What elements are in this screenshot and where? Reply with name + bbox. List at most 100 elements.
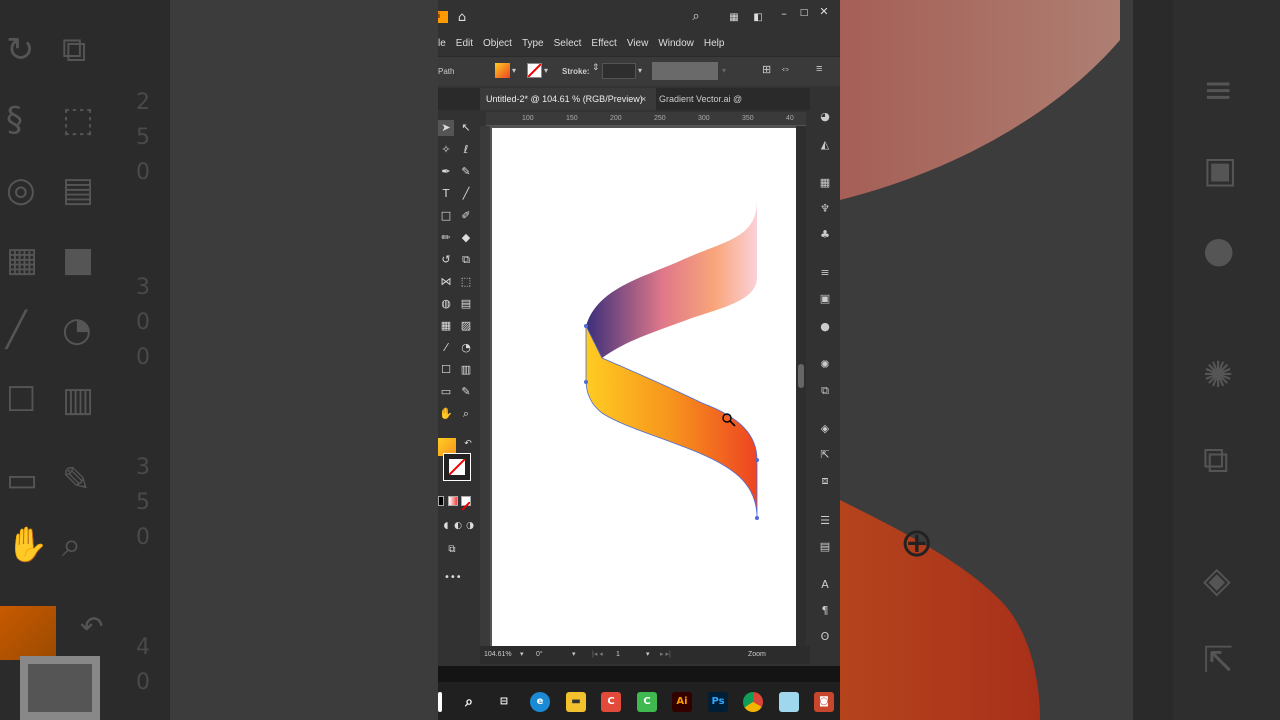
workspace-icon[interactable]: ▦ (726, 10, 742, 26)
properties-icon[interactable]: ☰ (818, 514, 832, 528)
pen-tool-icon[interactable]: ✒ (438, 164, 454, 180)
direct-selection-tool-icon[interactable]: ↖ (458, 120, 474, 136)
stroke-weight-input[interactable] (602, 63, 636, 79)
draw-inside-icon[interactable]: ◑ (462, 518, 478, 534)
photoshop-icon[interactable]: Ps (708, 692, 728, 712)
stroke-dropdown-icon[interactable]: ▾ (544, 66, 548, 75)
paintbrush-tool-icon[interactable]: ✐ (458, 208, 474, 224)
artboard-number[interactable]: 1 (616, 651, 620, 658)
home-icon[interactable]: ⌂ (454, 10, 470, 26)
close-icon[interactable]: ✕ (816, 4, 832, 20)
color-mode-icon[interactable] (438, 496, 444, 506)
search-icon[interactable]: ⌕ (459, 692, 479, 712)
type-tool-icon[interactable]: T (438, 186, 454, 202)
menu-object[interactable]: Object (483, 38, 512, 49)
menu-effect[interactable]: Effect (591, 38, 616, 49)
first-artboard-icon[interactable]: |◂ ◂ (592, 650, 603, 658)
artboard[interactable] (492, 128, 796, 646)
file-explorer-icon[interactable]: ▬ (566, 692, 586, 712)
menu-edit[interactable]: Edit (456, 38, 473, 49)
search-icon[interactable]: ⌕ (688, 9, 704, 25)
stroke-panel-icon[interactable]: ≡ (818, 266, 832, 280)
slice-tool-icon[interactable]: ✎ (458, 384, 474, 400)
transform-icon[interactable]: ⇔ (780, 63, 791, 75)
anchor-point[interactable] (755, 516, 759, 520)
profile-dropdown[interactable]: ▾ (722, 66, 726, 75)
brushes-icon[interactable]: ♆ (818, 202, 832, 216)
illustrator-icon[interactable]: Ai (672, 692, 692, 712)
scroll-thumb[interactable] (798, 364, 804, 388)
eraser-tool-icon[interactable]: ◆ (458, 230, 474, 246)
paragraph-icon[interactable]: ¶ (818, 604, 832, 618)
menu-window[interactable]: Window (658, 38, 694, 49)
none-mode-icon[interactable] (461, 496, 471, 511)
libraries-icon[interactable]: ▤ (818, 540, 832, 554)
symbol-sprayer-icon[interactable]: ☐ (438, 362, 454, 378)
menu-file[interactable]: le (438, 38, 446, 49)
screen-mode-icon[interactable]: ⧉ (444, 542, 460, 558)
notepad-icon[interactable] (779, 692, 799, 712)
vertical-scrollbar[interactable] (796, 126, 806, 646)
app-icon-red[interactable]: C (601, 692, 621, 712)
selection-tool-icon[interactable]: ➤ (438, 120, 454, 136)
variable-width-profile[interactable] (652, 62, 718, 80)
stroke-swatch[interactable] (527, 63, 542, 78)
app-icon-orange[interactable]: ◙ (814, 692, 834, 712)
stroke-weight-dropdown[interactable]: ▾ (638, 66, 642, 75)
character-icon[interactable]: A (818, 578, 832, 592)
rotate-tool-icon[interactable]: ↺ (438, 252, 454, 268)
zoom-dropdown-icon[interactable]: ▾ (520, 650, 524, 658)
line-tool-icon[interactable]: ╱ (458, 186, 474, 202)
next-artboard-icon[interactable]: ▸ ▸| (660, 650, 671, 658)
mesh-tool-icon[interactable]: ▦ (438, 318, 454, 334)
rotation-value[interactable]: 0° (536, 651, 543, 658)
tab-untitled-2[interactable]: Untitled-2* @ 104.61 % (RGB/Preview) (480, 88, 656, 110)
lasso-tool-icon[interactable]: ℓ (458, 142, 474, 158)
minimize-icon[interactable]: – (776, 6, 792, 22)
shape-builder-icon[interactable]: ◍ (438, 296, 454, 312)
eyedropper-tool-icon[interactable]: ⁄ (438, 340, 454, 356)
align-icon[interactable]: ⊞ (762, 63, 771, 76)
swatches-icon[interactable]: ▦ (818, 176, 832, 190)
canvas[interactable] (490, 126, 806, 646)
tab-close-icon[interactable]: × (641, 88, 646, 110)
symbols-icon[interactable]: ♣ (818, 228, 832, 242)
gradient-panel-icon[interactable]: ▣ (818, 292, 832, 306)
scale-tool-icon[interactable]: ⧉ (458, 252, 474, 268)
task-view-icon[interactable]: ⊟ (494, 692, 514, 712)
chrome-icon[interactable] (743, 692, 763, 712)
more-tools-icon[interactable]: ••• (444, 570, 462, 586)
maximize-icon[interactable]: □ (796, 5, 812, 21)
rectangle-tool-icon[interactable]: □ (438, 208, 454, 224)
transparency-icon[interactable]: ● (818, 320, 832, 334)
gradient-ribbon-artwork[interactable] (492, 128, 796, 646)
free-transform-icon[interactable]: ⬚ (458, 274, 474, 290)
opentype-icon[interactable]: ʘ (818, 630, 832, 644)
menu-type[interactable]: Type (522, 38, 544, 49)
zoom-level[interactable]: 104.61% (484, 651, 512, 658)
edge-icon[interactable]: e (530, 692, 550, 712)
start-button[interactable] (438, 692, 442, 712)
graph-tool-icon[interactable]: ▥ (458, 362, 474, 378)
swap-fill-stroke-icon[interactable]: ↶ (460, 436, 476, 452)
color-guide-icon[interactable]: ◕ (818, 110, 832, 124)
menu-help[interactable]: Help (704, 38, 725, 49)
hand-tool-icon[interactable]: ✋ (438, 406, 454, 422)
zoom-tool-icon[interactable]: ⌕ (458, 406, 474, 422)
anchor-point[interactable] (755, 458, 759, 462)
perspective-grid-icon[interactable]: ▤ (458, 296, 474, 312)
appearance-icon[interactable]: ✺ (818, 358, 832, 372)
menu-select[interactable]: Select (554, 38, 582, 49)
shaper-tool-icon[interactable]: ✏ (438, 230, 454, 246)
artboard-dropdown-icon[interactable]: ▾ (646, 650, 650, 658)
stroke-color-swatch[interactable] (444, 454, 470, 480)
fill-swatch[interactable] (495, 63, 510, 78)
graphic-styles-icon[interactable]: ⧉ (818, 384, 832, 398)
layers-icon[interactable]: ◈ (818, 422, 832, 436)
fill-dropdown-icon[interactable]: ▾ (512, 66, 516, 75)
gradient-tool-icon[interactable]: ▨ (458, 318, 474, 334)
magic-wand-icon[interactable]: ✧ (438, 142, 454, 158)
tab-gradient-vector[interactable]: Gradient Vector.ai @ 17.3... (653, 88, 771, 126)
rotation-dropdown-icon[interactable]: ▾ (572, 650, 576, 658)
app-icon-green[interactable]: C (637, 692, 657, 712)
